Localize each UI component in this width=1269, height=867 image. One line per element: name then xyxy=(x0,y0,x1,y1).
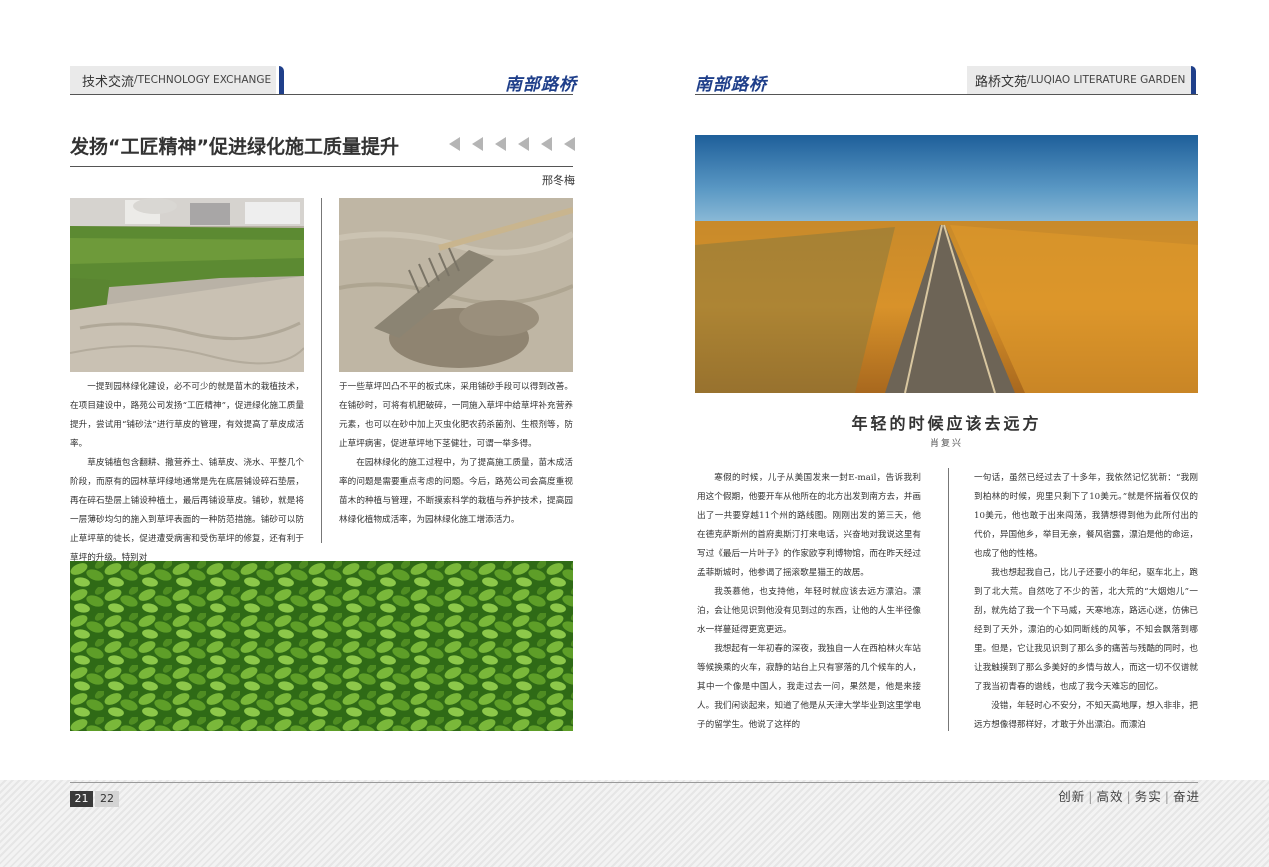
title-rule-left xyxy=(70,166,573,167)
page-number-right: 22 xyxy=(95,791,119,807)
header-rule-left xyxy=(70,94,573,95)
article-title-right: 年轻的时候应该去远方 xyxy=(851,414,1042,433)
section-title-en: LUQIAO LITERATURE GARDEN xyxy=(1030,74,1186,86)
photo-railway-prairie xyxy=(695,135,1198,393)
section-title-en: TECHNOLOGY EXCHANGE xyxy=(137,74,272,86)
paragraph: 在园林绿化的施工过程中，为了提高施工质量，苗木成活率的问题是需要重点考虑的问题。… xyxy=(339,458,573,525)
page-number-left: 21 xyxy=(70,791,93,807)
slogan-word: 高效 xyxy=(1096,789,1124,804)
photo-green-shrub xyxy=(70,561,573,731)
paragraph: 草皮铺植包含翻耕、撒营养土、铺草皮、浇水、平整几个阶段，而原有的园林草坪绿地通常… xyxy=(70,458,304,563)
article-title-left: 发扬“工匠精神”促进绿化施工质量提升 xyxy=(70,136,399,158)
slogan-separator: | xyxy=(1126,789,1132,804)
article-column-1-left: 一提到园林绿化建设，必不可少的就是苗木的栽植技术，在项目建设中，路苑公司发扬“工… xyxy=(70,378,304,568)
section-title-cn: 技术交流 xyxy=(82,74,135,90)
brand-logo-left: 南部路桥 xyxy=(505,75,577,95)
slogan-word: 奋进 xyxy=(1172,789,1200,804)
section-tab-right: 路桥文苑 / LUQIAO LITERATURE GARDEN xyxy=(967,66,1191,94)
paragraph: 我羡慕他，也支持他，年轻时就应该去远方漂泊。漂泊，会让他见识到他没有见到过的东西… xyxy=(697,587,921,635)
slogan-word: 务实 xyxy=(1134,789,1162,804)
paragraph: 一句话，虽然已经过去了十多年，我依然记忆犹新：“我刚到柏林的时候，兜里只剩下了1… xyxy=(974,473,1198,559)
footer-slogan: 创新 | 高效 | 务实 | 奋进 xyxy=(1040,786,1200,805)
footer-rule xyxy=(70,782,1198,783)
article-author-left: 邢冬梅 xyxy=(542,174,575,187)
brand-logo-right: 南部路桥 xyxy=(695,75,767,95)
article-column-2-left: 于一些草坪凹凸不平的板式床，采用铺砂手段可以得到改善。在铺砂时，可将有机肥破碎，… xyxy=(339,378,573,530)
article-author-right: 肖复兴 xyxy=(929,439,963,449)
slogan-separator: | xyxy=(1164,789,1170,804)
photo-lawn-sand xyxy=(70,198,304,372)
section-tab-left: 技术交流 / TECHNOLOGY EXCHANGE xyxy=(70,66,276,94)
section-tab-accent-right xyxy=(1191,66,1196,94)
article-column-2-right: 一句话，虽然已经过去了十多年，我依然记忆犹新：“我刚到柏林的时候，兜里只剩下了1… xyxy=(974,469,1198,735)
paragraph: 我也想起我自己，比儿子还要小的年纪，驱车北上，跑到了北大荒。自然吃了不少的苦，北… xyxy=(974,568,1198,692)
paragraph: 寒假的时候，儿子从美国发来一封E-mail，告诉我利用这个假期，他要开车从他所在… xyxy=(697,473,921,578)
slogan-word: 创新 xyxy=(1058,789,1086,804)
slogan-separator: | xyxy=(1088,789,1094,804)
column-divider-right xyxy=(948,468,949,731)
paragraph: 没错，年轻时心不安分，不知天高地厚，想入非非，把远方想像得那样好，才敢于外出漂泊… xyxy=(974,701,1198,730)
paragraph: 一提到园林绿化建设，必不可少的就是苗木的栽植技术，在项目建设中，路苑公司发扬“工… xyxy=(70,382,304,449)
header-rule-right xyxy=(695,94,1198,95)
column-divider-left xyxy=(321,198,322,543)
section-title-cn: 路桥文苑 xyxy=(975,74,1028,90)
paragraph: 我想起有一年初春的深夜，我独自一人在西柏林火车站等候换乘的火车，寂静的站台上只有… xyxy=(697,644,921,730)
section-tab-accent-left xyxy=(279,66,284,94)
title-arrows-decoration xyxy=(449,136,575,152)
photo-rake-sand xyxy=(339,198,573,372)
paragraph: 于一些草坪凹凸不平的板式床，采用铺砂手段可以得到改善。在铺砂时，可将有机肥破碎，… xyxy=(339,382,573,449)
article-column-1-right: 寒假的时候，儿子从美国发来一封E-mail，告诉我利用这个假期，他要开车从他所在… xyxy=(697,469,921,735)
